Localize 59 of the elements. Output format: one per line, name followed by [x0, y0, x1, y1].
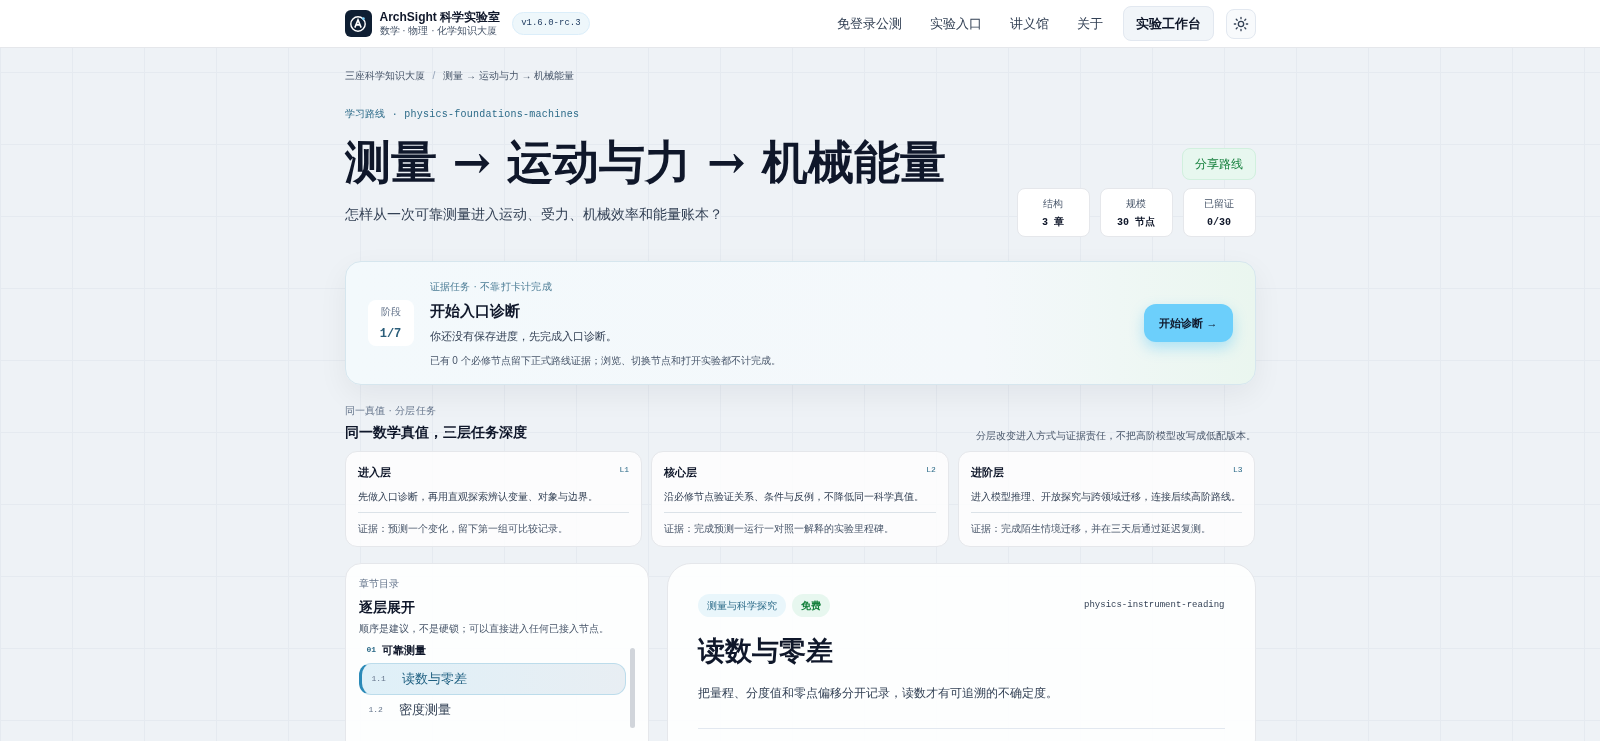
node-slug: physics-instrument-reading	[1084, 598, 1225, 612]
toc-node-item[interactable]: 1.2 密度测量	[358, 696, 626, 723]
start-diagnosis-button[interactable]: 开始诊断 →	[1144, 303, 1233, 343]
breadcrumb-current: 测量 → 运动与力 → 机械能量	[443, 69, 575, 83]
nav-link[interactable]: 讲义馆	[1001, 9, 1057, 38]
brand-tagline: 数学 · 物理 · 化学知识大厦	[379, 24, 499, 38]
toc-title: 逐层展开	[358, 598, 416, 617]
toc-eyebrow: 章节目录	[358, 577, 401, 591]
task-note: 已有 0 个必修节点留下正式路线证据；浏览、切换节点和打开实验都不计完成。	[429, 353, 781, 368]
tier-title: 进阶层	[970, 465, 1004, 480]
stat-value: 30 节点	[1117, 215, 1155, 230]
sun-icon	[1232, 15, 1249, 32]
stat-label: 规模	[1126, 196, 1146, 211]
tier-level: L2	[926, 464, 936, 476]
tier-title: 进入层	[357, 465, 391, 480]
stat-value: 0/30	[1207, 215, 1231, 230]
route-eyebrow: 学习路线 · physics-foundations-machines	[344, 108, 581, 122]
scrollbar[interactable]	[629, 648, 635, 728]
node-text: 把量程、分度值和零点偏移分开记录，读数才有可追溯的不确定度。	[697, 683, 1225, 729]
workbench-button[interactable]: 实验工作台	[1122, 5, 1214, 42]
toc-note: 顺序是建议，不是硬锁；可以直接进入任何已接入节点。	[358, 622, 610, 636]
tier-text: 沿必修节点验证关系、条件与反例，不降低同一科学真值。	[664, 488, 936, 513]
version-badge: v1.6.0-rc.3	[512, 11, 590, 36]
page-subtitle: 怎样从一次可靠测量进入运动、受力、机械效率和能量账本？	[344, 205, 724, 224]
tier-evidence: 证据：预测一个变化，留下第一组可比较记录。	[357, 521, 569, 536]
breadcrumb-link[interactable]: 三座科学知识大厦	[344, 68, 425, 83]
stat-label: 结构	[1043, 196, 1063, 211]
tier-level: L3	[1232, 464, 1243, 476]
stat-value: 3 章	[1042, 215, 1064, 230]
task-text: 你还没有保存进度，先完成入口诊断。	[429, 329, 618, 344]
nav-link[interactable]: 实验入口	[921, 9, 990, 38]
stage-value: 1/7	[379, 325, 402, 343]
node-tag: 免费	[791, 594, 830, 617]
nav-link[interactable]: 免登录公测	[828, 9, 910, 38]
node-title: 读数与零差	[697, 634, 834, 668]
tier-title: 核心层	[664, 465, 698, 480]
tier-level: L1	[619, 464, 630, 476]
logo-icon[interactable]	[344, 10, 372, 37]
toc-node-item[interactable]: 1.1 读数与零差	[358, 662, 626, 695]
tiers-eyebrow: 同一真值 · 分层任务	[344, 404, 438, 418]
tier-evidence: 证据：完成预测一运行一对照一解释的实验里程碑。	[664, 521, 896, 536]
tier-text: 进入模型推理、开放探究与跨领域迁移，连接后续高阶路线。	[970, 488, 1243, 513]
tier-text: 先做入口诊断，再用直观探索辨认变量、对象与边界。	[357, 488, 630, 513]
breadcrumb-separator: /	[432, 69, 436, 83]
chapter-title: 可靠测量	[382, 643, 427, 658]
nav-link[interactable]: 关于	[1068, 9, 1111, 38]
page-title: 测量 → 运动与力 → 机械能量	[344, 134, 946, 190]
tiers-note: 分层改变进入方式与证据责任，不把高阶模型改写成低配版本。	[975, 429, 1256, 443]
stage-label: 阶段	[380, 304, 401, 319]
chapter-number: 01	[366, 644, 377, 657]
share-route-button[interactable]: 分享路线	[1181, 148, 1256, 180]
node-tag: 测量与科学探究	[697, 594, 786, 617]
tier-evidence: 证据：完成陌生情境迁移，并在三天后通过延迟复测。	[970, 521, 1212, 536]
theme-toggle-button[interactable]	[1225, 8, 1256, 39]
stat-label: 已留证	[1204, 196, 1234, 211]
task-title: 开始入口诊断	[429, 300, 521, 321]
brand-name: ArchSight 科学实验室	[379, 9, 501, 25]
tiers-title: 同一数学真值，三层任务深度	[344, 423, 527, 442]
task-eyebrow: 证据任务 · 不靠打卡计完成	[429, 279, 553, 294]
